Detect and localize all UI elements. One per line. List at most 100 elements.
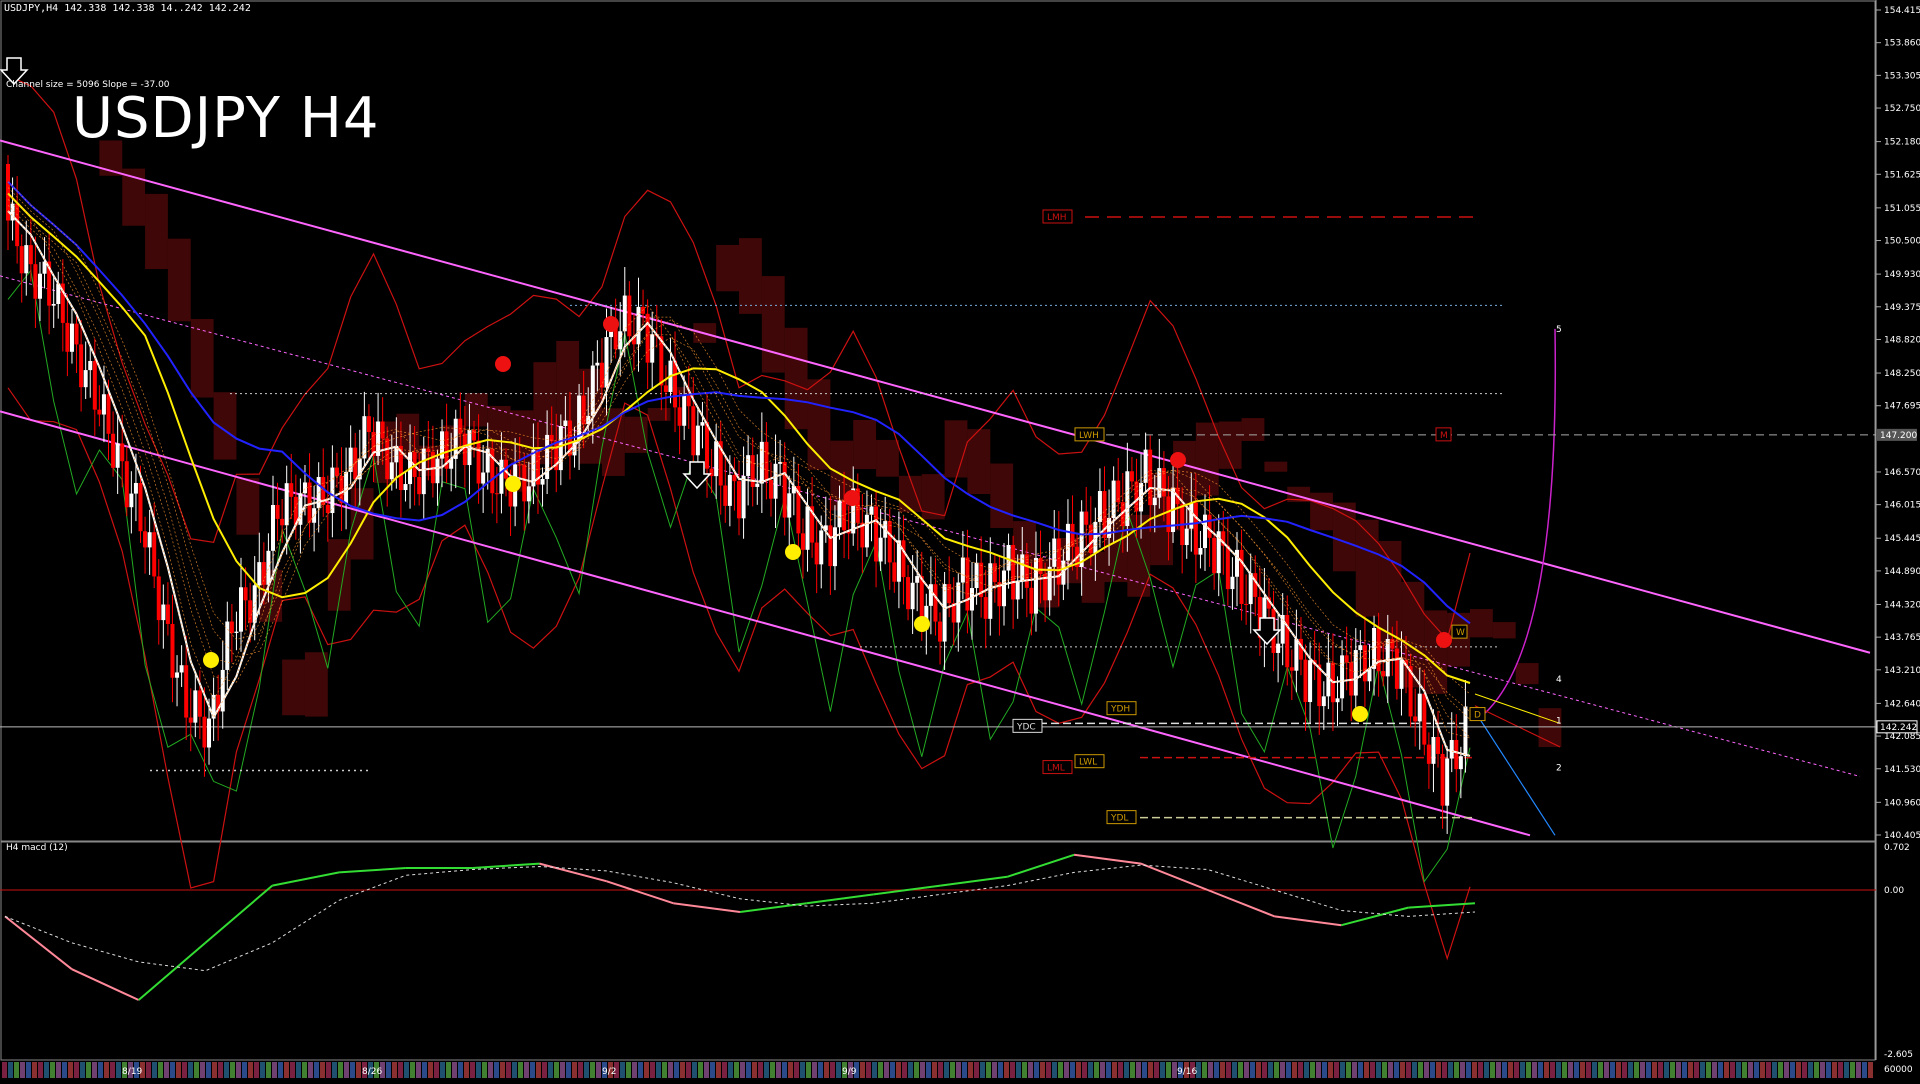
time-strip-cell [1244,1062,1249,1078]
candle-body [933,584,938,622]
buy-signal-icon [203,652,219,668]
candle-body [170,623,175,678]
candle-body [152,532,157,577]
sell-signal-icon [844,490,860,506]
time-strip-cell [560,1062,565,1078]
candle-body [366,416,371,433]
time-strip-cell [626,1062,631,1078]
candle-body [435,458,440,484]
time-strip-cell [1016,1062,1021,1078]
marker-price-label: 147.200 [1880,431,1917,441]
time-strip-cell [290,1062,295,1078]
time-strip-cell [506,1062,511,1078]
time-strip-cell [1112,1062,1117,1078]
candle-body [759,441,764,484]
time-strip-cell [464,1062,469,1078]
time-strip-cell [314,1062,319,1078]
candle-body [1065,523,1070,561]
candle-body [750,455,755,487]
candle-body [1152,497,1157,506]
cloud-segment [990,463,1014,529]
time-strip-cell [1562,1062,1567,1078]
time-strip-cell [1130,1062,1135,1078]
price-tick-label: 142.085 [1884,732,1920,742]
candle-body [960,557,965,583]
time-strip-cell [212,1062,217,1078]
time-strip-cell [1718,1062,1723,1078]
candle-body [746,455,751,476]
candle-body [385,438,390,480]
time-strip-cell [980,1062,985,1078]
time-strip-cell [1730,1062,1735,1078]
cloud-segment [464,393,488,427]
candle-body [1107,517,1112,538]
candle-body [1344,655,1349,663]
sell-signal-icon [495,356,511,372]
time-strip-cell [590,1062,595,1078]
candle-body [1417,693,1422,722]
time-strip-cell [1754,1062,1759,1078]
time-strip-cell [1610,1062,1615,1078]
time-strip-cell [830,1062,835,1078]
candle-body [892,562,897,582]
price-tick-label: 148.820 [1884,335,1920,345]
candle-body [1399,660,1404,689]
candle-body [764,441,769,480]
candle-body [193,690,198,723]
time-strip-cell [902,1062,907,1078]
time-strip-cell [1712,1062,1717,1078]
candle-body [83,370,88,388]
time-strip-cell [206,1062,211,1078]
time-strip-cell [188,1062,193,1078]
time-strip-cell [1688,1062,1693,1078]
time-strip-cell [1766,1062,1771,1078]
time-strip-cell [806,1062,811,1078]
candle-body [686,395,691,407]
candle-body [727,474,732,506]
time-strip-cell [164,1062,169,1078]
candle-body [270,505,275,551]
time-strip-cell [1394,1062,1399,1078]
time-strip-cell [1556,1062,1561,1078]
price-tick-label: 151.625 [1884,170,1920,180]
candle-body [389,462,394,480]
time-strip-cell [872,1062,877,1078]
time-strip-cell [722,1062,727,1078]
time-strip-cell [2,1062,7,1078]
time-strip-cell [356,1062,361,1078]
candle-body [261,562,266,585]
time-strip-cell [1694,1062,1699,1078]
time-strip-cell [1424,1062,1429,1078]
time-strip-cell [878,1062,883,1078]
candle-body [563,420,568,427]
candle-body [1225,545,1230,590]
candle-body [1207,514,1212,538]
time-strip-cell [1028,1062,1033,1078]
time-strip-cell [1682,1062,1687,1078]
price-tick-label: 146.015 [1884,501,1920,511]
time-strip-cell [794,1062,799,1078]
time-strip-cell [1472,1062,1477,1078]
candle-body [942,584,947,642]
candle-body [814,542,819,565]
time-strip-cell [1526,1062,1531,1078]
time-strip-cell [62,1062,67,1078]
candle-body [645,313,650,363]
time-strip-cell [650,1062,655,1078]
candle-body [622,295,627,332]
time-strip-cell [740,1062,745,1078]
time-strip-cell [236,1062,241,1078]
time-strip-cell [1202,1062,1207,1078]
time-strip-cell [110,1062,115,1078]
candle-body [111,433,116,468]
time-strip-cell [1808,1062,1813,1078]
macd-tick-label: 0.00 [1884,886,1904,896]
candle-body [1454,740,1459,770]
time-strip-cell [1742,1062,1747,1078]
time-strip-cell [1100,1062,1105,1078]
time-strip-cell [446,1062,451,1078]
cloud-segment [167,238,191,322]
time-strip-cell [476,1062,481,1078]
candle-body [202,716,207,748]
time-strip-cell [410,1062,415,1078]
